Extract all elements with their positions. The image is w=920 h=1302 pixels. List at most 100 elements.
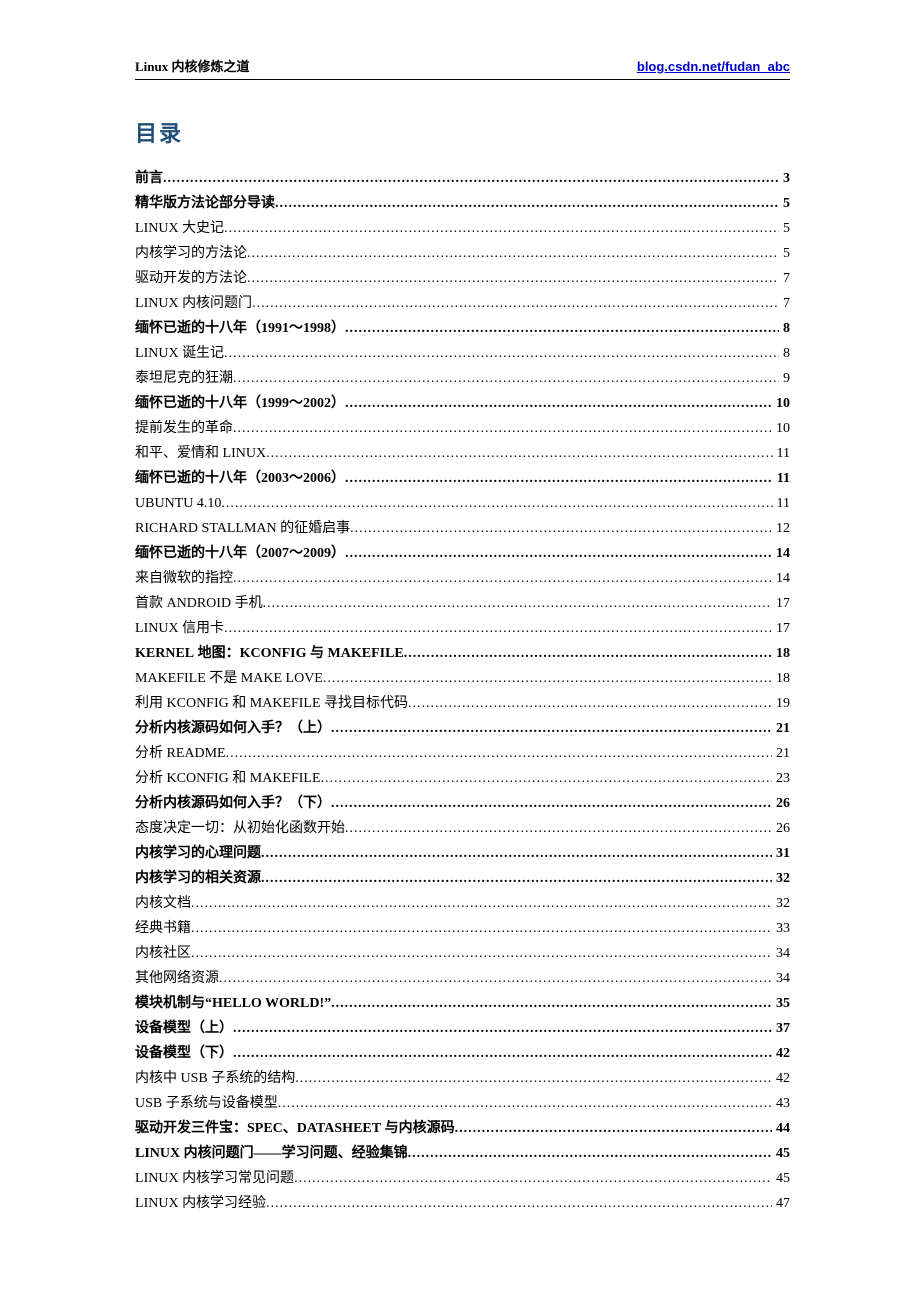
toc-entry-label: 缅怀已逝的十八年（1999～2002）: [135, 391, 345, 416]
toc-entry-dots: [331, 991, 772, 1016]
toc-entry-label: 内核中 USB 子系统的结构: [135, 1066, 295, 1091]
toc-entry[interactable]: 其他网络资源34: [135, 966, 790, 991]
toc-entry[interactable]: 设备模型（上）37: [135, 1016, 790, 1041]
page-header: Linux 内核修炼之道 blog.csdn.net/fudan_abc: [135, 56, 790, 75]
toc-entry[interactable]: 分析 KCONFIG 和 MAKEFILE23: [135, 766, 790, 791]
toc-entry[interactable]: LINUX 诞生记 8: [135, 341, 790, 366]
toc-entry[interactable]: 内核学习的心理问题31: [135, 841, 790, 866]
toc-entry-dots: [221, 491, 772, 516]
header-rule: [135, 79, 790, 80]
toc-entry-page: 5: [779, 191, 790, 216]
toc-entry-label: 内核学习的心理问题: [135, 841, 261, 866]
toc-entry[interactable]: 缅怀已逝的十八年（2003～2006）11: [135, 466, 790, 491]
toc-entry[interactable]: 内核文档32: [135, 891, 790, 916]
header-link[interactable]: blog.csdn.net/fudan_abc: [637, 59, 790, 74]
header-title: Linux 内核修炼之道: [135, 56, 250, 75]
toc-entry[interactable]: 内核社区34: [135, 941, 790, 966]
toc-entry[interactable]: 设备模型（下）42: [135, 1041, 790, 1066]
toc-entry-dots: [247, 241, 779, 266]
toc-entry-label: 内核文档: [135, 891, 191, 916]
toc-entry[interactable]: LINUX 内核学习经验47: [135, 1191, 790, 1216]
toc-entry-dots: [345, 391, 772, 416]
toc-entry-label: LINUX 信用卡: [135, 616, 224, 641]
toc-entry-dots: [224, 216, 779, 241]
document-page: Linux 内核修炼之道 blog.csdn.net/fudan_abc 目录 …: [0, 0, 920, 1276]
toc-entry-label: 前言: [135, 166, 163, 191]
toc-entry-dots: [321, 766, 772, 791]
toc-entry[interactable]: 缅怀已逝的十八年（2007～2009）14: [135, 541, 790, 566]
toc-entry[interactable]: 分析 README21: [135, 741, 790, 766]
toc-entry[interactable]: 缅怀已逝的十八年（1991～1998）8: [135, 316, 790, 341]
toc-entry-label: UBUNTU 4.10: [135, 491, 221, 516]
toc-entry[interactable]: UBUNTU 4.10 11: [135, 491, 790, 516]
toc-entry-label: 来自微软的指控: [135, 566, 233, 591]
toc-entry[interactable]: RICHARD STALLMAN 的征婚启事12: [135, 516, 790, 541]
toc-entry-page: 43: [772, 1091, 790, 1116]
toc-entry-dots: [233, 1041, 772, 1066]
toc-entry-page: 17: [772, 591, 790, 616]
toc-entry-dots: [404, 641, 772, 666]
toc-entry-label: 模块机制与“HELLO WORLD!”: [135, 991, 331, 1016]
toc-entry[interactable]: USB 子系统与设备模型43: [135, 1091, 790, 1116]
toc-entry[interactable]: 驱动开发三件宝：SPEC、DATASHEET 与内核源码44: [135, 1116, 790, 1141]
toc-entry[interactable]: 驱动开发的方法论7: [135, 266, 790, 291]
toc-entry[interactable]: MAKEFILE 不是 MAKE LOVE 18: [135, 666, 790, 691]
toc-entry-dots: [224, 616, 772, 641]
toc-entry[interactable]: 首款 ANDROID 手机 17: [135, 591, 790, 616]
toc-entry-label: 提前发生的革命: [135, 416, 233, 441]
toc-entry-page: 8: [779, 341, 790, 366]
toc-entry-dots: [345, 816, 772, 841]
toc-entry[interactable]: LINUX 大史记5: [135, 216, 790, 241]
toc-entry[interactable]: 内核学习的相关资源32: [135, 866, 790, 891]
toc-entry[interactable]: 态度决定一切：从初始化函数开始26: [135, 816, 790, 841]
toc-entry[interactable]: 利用 KCONFIG 和 MAKEFILE 寻找目标代码19: [135, 691, 790, 716]
toc-entry-label: 分析内核源码如何入手？（上）: [135, 716, 331, 741]
toc-entry-dots: [455, 1116, 772, 1141]
toc-entry-label: 首款 ANDROID 手机: [135, 591, 263, 616]
toc-entry-label: 缅怀已逝的十八年（2007～2009）: [135, 541, 345, 566]
toc-entry-label: 其他网络资源: [135, 966, 219, 991]
toc-entry[interactable]: KERNEL 地图：KCONFIG 与 MAKEFILE18: [135, 641, 790, 666]
toc-entry-page: 18: [772, 666, 790, 691]
toc-entry[interactable]: LINUX 内核学习常见问题45: [135, 1166, 790, 1191]
toc-entry-page: 5: [779, 241, 790, 266]
toc-entry[interactable]: 来自微软的指控14: [135, 566, 790, 591]
toc-entry-page: 37: [772, 1016, 790, 1041]
toc-entry-dots: [191, 891, 772, 916]
toc-entry-dots: [191, 941, 772, 966]
toc-entry-page: 10: [772, 416, 790, 441]
toc-entry[interactable]: 模块机制与“HELLO WORLD!”35: [135, 991, 790, 1016]
toc-entry[interactable]: 缅怀已逝的十八年（1999～2002）10: [135, 391, 790, 416]
toc-entry[interactable]: 精华版方法论部分导读5: [135, 191, 790, 216]
toc-entry-page: 7: [779, 291, 790, 316]
toc-entry-label: MAKEFILE 不是 MAKE LOVE: [135, 666, 323, 691]
toc-entry-label: LINUX 内核问题门——学习问题、经验集锦: [135, 1141, 408, 1166]
toc-entry[interactable]: LINUX 内核问题门 7: [135, 291, 790, 316]
toc-entry[interactable]: 经典书籍33: [135, 916, 790, 941]
toc-entry-dots: [266, 1191, 772, 1216]
toc-entry[interactable]: LINUX 信用卡17: [135, 616, 790, 641]
toc-entry-label: LINUX 内核问题门: [135, 291, 252, 316]
toc-entry-dots: [233, 366, 779, 391]
toc-entry-dots: [219, 966, 772, 991]
toc-entry[interactable]: 和平、爱情和 LINUX11: [135, 441, 790, 466]
toc-entry[interactable]: 泰坦尼克的狂潮9: [135, 366, 790, 391]
toc-entry-page: 18: [772, 641, 790, 666]
toc-entry-label: LINUX 诞生记: [135, 341, 224, 366]
toc-entry-label: 态度决定一切：从初始化函数开始: [135, 816, 345, 841]
toc-entry-label: 缅怀已逝的十八年（1991～1998）: [135, 316, 345, 341]
toc-entries: 前言3精华版方法论部分导读5LINUX 大史记5内核学习的方法论5驱动开发的方法…: [135, 166, 790, 1216]
toc-entry[interactable]: LINUX 内核问题门——学习问题、经验集锦45: [135, 1141, 790, 1166]
toc-entry-dots: [226, 741, 772, 766]
toc-entry-label: 内核学习的相关资源: [135, 866, 261, 891]
toc-entry-label: 设备模型（下）: [135, 1041, 233, 1066]
toc-entry[interactable]: 分析内核源码如何入手？（上）21: [135, 716, 790, 741]
toc-entry-dots: [350, 516, 772, 541]
toc-entry[interactable]: 前言3: [135, 166, 790, 191]
toc-entry-page: 11: [773, 491, 790, 516]
toc-entry[interactable]: 提前发生的革命 10: [135, 416, 790, 441]
toc-entry[interactable]: 分析内核源码如何入手？（下）26: [135, 791, 790, 816]
toc-entry[interactable]: 内核学习的方法论5: [135, 241, 790, 266]
toc-entry[interactable]: 内核中 USB 子系统的结构42: [135, 1066, 790, 1091]
toc-entry-dots: [331, 791, 772, 816]
